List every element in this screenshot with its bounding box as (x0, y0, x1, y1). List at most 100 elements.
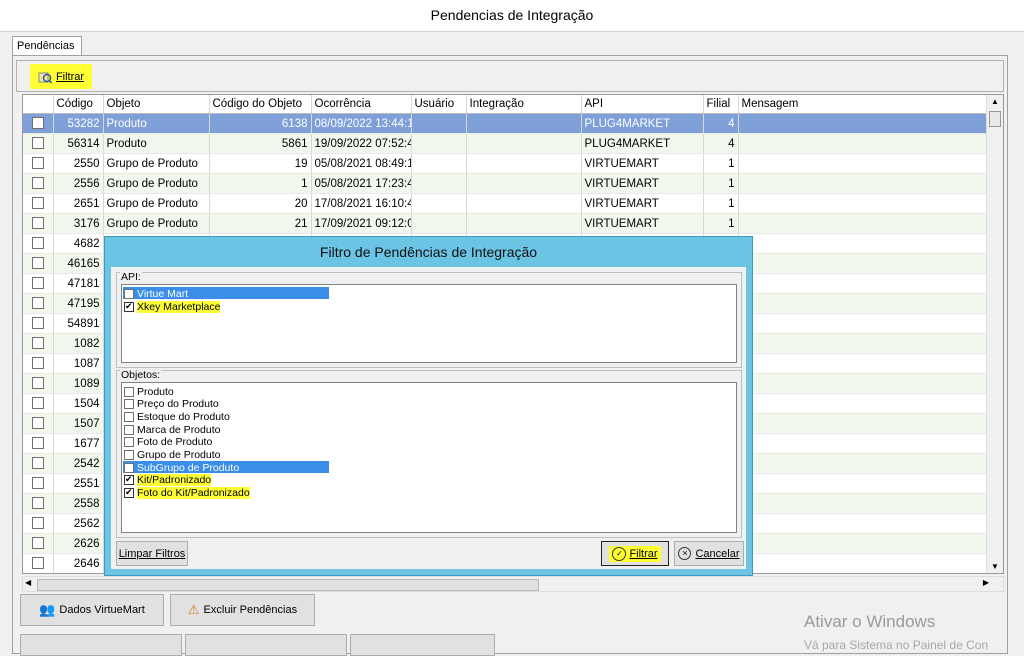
checked-checkbox[interactable] (124, 300, 134, 312)
activation-watermark-sub: Vá para Sistema no Painel de Con (804, 638, 989, 652)
column-header-6[interactable]: Integração (466, 95, 582, 114)
row-checkbox[interactable] (31, 417, 44, 430)
column-header-2[interactable]: Objeto (103, 95, 210, 114)
bottom-button-3[interactable] (20, 634, 182, 656)
checklist-item-label: Foto do Kit/Padronizado (137, 487, 250, 500)
row-checkbox-cell (23, 273, 54, 294)
cell-mensagem (738, 373, 990, 394)
cell-api: PLUG4MARKET (581, 113, 704, 134)
row-checkbox[interactable] (31, 397, 44, 410)
checkbox[interactable] (124, 411, 134, 422)
cell-filial: 1 (703, 213, 739, 234)
column-header-4[interactable]: Ocorrência (311, 95, 412, 114)
row-checkbox[interactable] (31, 217, 44, 230)
cell-codigo: 4682 (53, 233, 104, 254)
column-header-0[interactable] (23, 95, 54, 114)
table-row[interactable]: 3176 Grupo de Produto 21 17/09/2021 09:12:0… (23, 213, 990, 234)
row-checkbox[interactable] (31, 557, 44, 570)
column-header-9[interactable]: Mensagem (738, 95, 990, 114)
cancelar-button[interactable]: × Cancelar (674, 541, 744, 566)
checklist-item[interactable]: Foto de Produto (124, 436, 212, 449)
row-checkbox[interactable] (31, 377, 44, 390)
row-checkbox[interactable] (31, 337, 44, 350)
cell-integracao (466, 113, 582, 134)
checklist-item[interactable]: Estoque do Produto (124, 410, 230, 423)
cell-mensagem (738, 553, 990, 573)
checklist-item[interactable]: Foto do Kit/Padronizado (124, 486, 250, 500)
row-checkbox[interactable] (31, 537, 44, 550)
checklist-item[interactable]: Grupo de Produto (124, 449, 220, 462)
cell-integracao (466, 153, 582, 174)
row-checkbox[interactable] (31, 497, 44, 510)
dialog-title: Filtro de Pendências de Integração (319, 244, 538, 260)
filter-toolbar-button[interactable]: Filtrar (30, 64, 92, 89)
tab-pendencias[interactable]: Pendências (12, 36, 82, 55)
scroll-left-icon[interactable]: ◀ (25, 578, 31, 587)
row-checkbox-cell (23, 553, 54, 573)
row-checkbox[interactable] (31, 297, 44, 310)
scroll-thumb[interactable] (989, 111, 1001, 127)
scroll-down-icon[interactable]: ▼ (987, 562, 1003, 571)
column-header-8[interactable]: Filial (703, 95, 739, 114)
bottom-button-5[interactable] (350, 634, 495, 656)
table-row[interactable]: 2556 Grupo de Produto 1 05/08/2021 17:23:4 V… (23, 173, 990, 194)
row-checkbox[interactable] (31, 197, 44, 210)
row-checkbox[interactable] (31, 317, 44, 330)
row-checkbox[interactable] (31, 357, 44, 370)
row-checkbox[interactable] (31, 437, 44, 450)
filter-icon (38, 70, 53, 84)
checkbox[interactable] (124, 437, 134, 448)
table-row[interactable]: 56314 Produto 5861 19/09/2022 07:52:4 PLUG4M… (23, 133, 990, 154)
grid-vertical-scrollbar[interactable]: ▲ ▼ (986, 95, 1003, 573)
objetos-listbox[interactable]: Produto Preço do Produto Estoque do Produt… (121, 382, 737, 533)
checkbox[interactable] (124, 462, 134, 473)
checkbox[interactable] (124, 424, 134, 435)
cell-usuario (411, 113, 467, 134)
column-header-3[interactable]: Código do Objeto (209, 95, 312, 114)
row-checkbox[interactable] (31, 517, 44, 530)
excluir-pendencias-button[interactable]: ⚠ Excluir Pendências (170, 594, 315, 626)
checklist-item[interactable]: Kit/Padronizado (124, 473, 212, 487)
checkbox[interactable] (124, 399, 134, 410)
checkbox[interactable] (124, 450, 134, 460)
checklist-item[interactable]: SubGrupo de Produto (124, 461, 239, 474)
grid-horizontal-scrollbar[interactable]: ◀ ▶ (22, 576, 1004, 592)
row-checkbox[interactable] (31, 117, 44, 130)
row-checkbox[interactable] (31, 257, 44, 270)
dialog-filter-button[interactable]: ✓ Filtrar (601, 541, 669, 566)
checkbox[interactable] (124, 386, 134, 397)
checklist-item[interactable]: Preço do Produto (124, 398, 219, 411)
checklist-item[interactable]: Marca de Produto (124, 423, 220, 436)
checked-checkbox[interactable] (124, 486, 134, 499)
checked-checkbox[interactable] (124, 473, 134, 486)
column-header-7[interactable]: API (581, 95, 704, 114)
row-checkbox[interactable] (31, 477, 44, 490)
bottom-button-4[interactable] (185, 634, 347, 656)
confirm-circle-icon: ✓ (612, 546, 627, 561)
limpar-filtros-button[interactable]: Limpar Filtros (116, 541, 188, 566)
checklist-item[interactable]: Xkey Marketplace (124, 300, 221, 313)
row-checkbox[interactable] (31, 457, 44, 470)
table-row[interactable]: 2550 Grupo de Produto 19 05/08/2021 08:49:1… (23, 153, 990, 174)
row-checkbox[interactable] (31, 237, 44, 250)
checkbox[interactable] (124, 288, 134, 299)
column-header-5[interactable]: Usuário (411, 95, 467, 114)
row-checkbox[interactable] (31, 177, 44, 190)
cell-mensagem (738, 493, 990, 514)
api-listbox[interactable]: Virtue MartXkey Marketplace (121, 284, 737, 363)
row-checkbox[interactable] (31, 137, 44, 150)
checklist-item[interactable]: Virtue Mart (124, 287, 188, 300)
cell-filial: 4 (703, 133, 739, 154)
row-checkbox[interactable] (31, 277, 44, 290)
scroll-right-icon[interactable]: ▶ (983, 578, 989, 587)
table-row[interactable]: 2651 Grupo de Produto 20 17/08/2021 16:10:4… (23, 193, 990, 214)
cell-mensagem (738, 233, 990, 254)
dados-virtuemart-button[interactable]: 👥 Dados VirtueMart (20, 594, 164, 626)
checklist-item[interactable]: Produto (124, 385, 174, 398)
scroll-up-icon[interactable]: ▲ (987, 95, 1003, 109)
people-icon: 👥 (39, 602, 56, 617)
column-header-1[interactable]: Código (53, 95, 104, 114)
horizontal-scroll-thumb[interactable] (37, 579, 539, 591)
row-checkbox[interactable] (31, 157, 44, 170)
table-row[interactable]: 53282 Produto 6138 08/09/2022 13:44:1 PLUG4M… (23, 113, 990, 134)
